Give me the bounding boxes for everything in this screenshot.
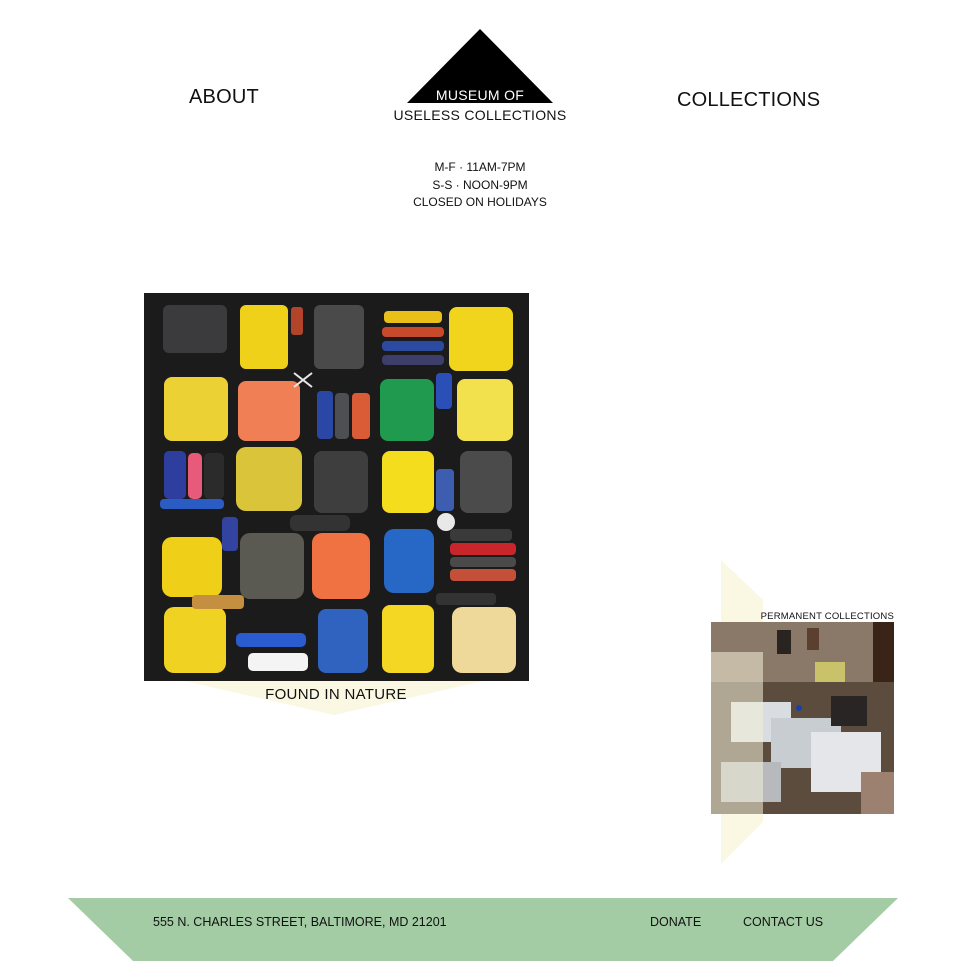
permanent-collections-image[interactable] <box>711 622 894 814</box>
hours-holidays: CLOSED ON HOLIDAYS <box>413 195 547 209</box>
featured-collection-image[interactable] <box>144 293 529 681</box>
footer-address: 555 N. CHARLES STREET, BALTIMORE, MD 212… <box>153 915 447 929</box>
nav-collections-link[interactable]: COLLECTIONS <box>677 89 820 112</box>
opening-hours: M-F · 11AM-7PM S-S · NOON-9PM CLOSED ON … <box>380 159 580 212</box>
logo-text-line2[interactable]: USELESS COLLECTIONS <box>380 107 580 123</box>
footer-band <box>68 898 898 961</box>
hours-weekday: M-F · 11AM-7PM <box>434 160 526 174</box>
hours-weekend: S-S · NOON-9PM <box>432 177 528 192</box>
permanent-collections-label[interactable]: PERMANENT COLLECTIONS <box>740 611 894 622</box>
logo-text-line1[interactable]: MUSEUM OF <box>400 87 560 103</box>
footer-contact-link[interactable]: CONTACT US <box>743 915 823 929</box>
cluttered-room-photo <box>711 622 894 814</box>
nav-about-link[interactable]: ABOUT <box>189 86 259 109</box>
plastic-containers-photo <box>144 293 529 681</box>
footer-donate-link[interactable]: DONATE <box>650 915 701 929</box>
featured-collection-caption[interactable]: FOUND IN NATURE <box>230 686 442 703</box>
